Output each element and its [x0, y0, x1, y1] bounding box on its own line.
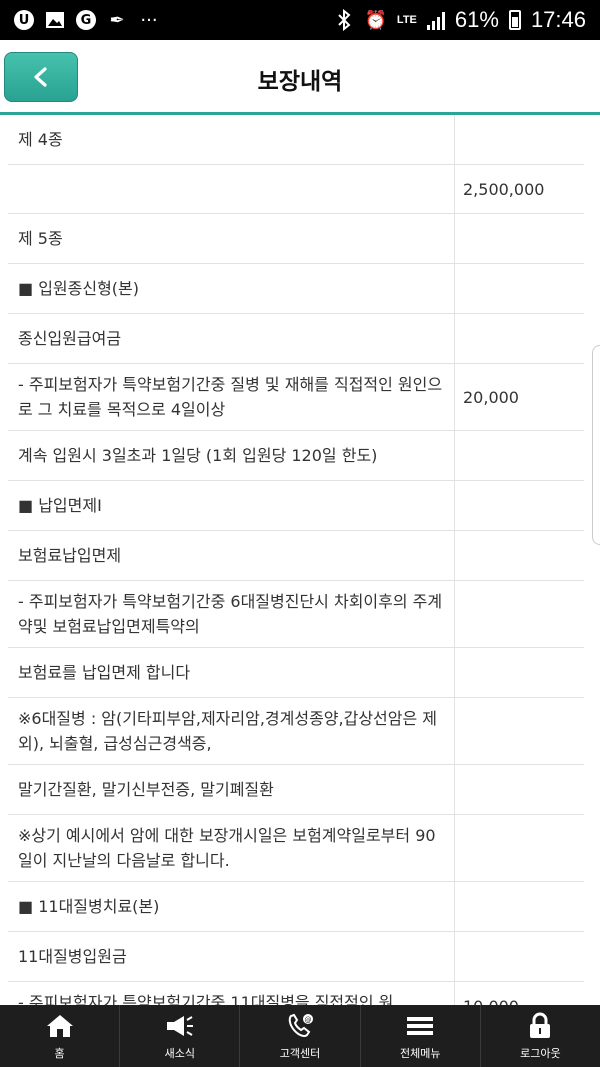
row-value [454, 648, 584, 697]
table-row: 2,500,000 [8, 165, 584, 214]
row-label: 11대질병입원금 [18, 947, 127, 966]
table-row: - 주피보험자가 특약보험기간중 6대질병진단시 차회이후의 주계약및 보험료납… [8, 581, 584, 648]
nav-label: 로그아웃 [520, 1046, 561, 1060]
table-row: ※상기 예시에서 암에 대한 보장개시일은 보험계약일로부터 90일이 지난날의… [8, 815, 584, 882]
pen-icon: ✒ [109, 9, 125, 31]
battery-icon [508, 10, 521, 30]
page-title: 보장내역 [257, 69, 343, 95]
nav-label: 새소식 [164, 1046, 195, 1060]
nav-logout[interactable]: 로그아웃 [481, 1005, 600, 1067]
status-right-icons: ⏰ LTE 61% 17:46 [333, 7, 586, 33]
table-row: 보험료납입면제 [8, 531, 584, 581]
row-value: 20,000 [454, 364, 584, 430]
row-label: 계속 입원시 3일초과 1일당 (1회 입원당 120일 한도) [18, 446, 378, 465]
row-value [454, 581, 584, 647]
row-value [454, 314, 584, 363]
row-value [454, 815, 584, 881]
table-row: 말기간질환, 말기신부전증, 말기폐질환 [8, 765, 584, 815]
row-label: - 주피보험자가 특약보험기간중 11대질병을 직접적인 원 [18, 993, 394, 1005]
row-label: ※상기 예시에서 암에 대한 보장개시일은 보험계약일로부터 90일이 지난날의… [18, 826, 436, 870]
more-icon: ··· [140, 9, 158, 31]
row-label: ※6대질병 : 암(기타피부암,제자리암,경계성종양,갑상선암은 제외), 뇌출… [18, 709, 438, 753]
row-value: 2,500,000 [454, 165, 584, 213]
coverage-content[interactable]: 제 4종 2,500,000 제 5종 ■ 입원종신형(본) 종신입원급여금 -… [0, 115, 600, 1005]
table-row: - 주피보험자가 특약보험기간중 질병 및 재해를 직접적인 원인으로 그 치료… [8, 364, 584, 431]
menu-icon [404, 1012, 436, 1040]
nav-news[interactable]: 새소식 [120, 1005, 241, 1067]
svg-text:@: @ [305, 1016, 312, 1024]
nav-customer-center[interactable]: @ 고객센터 [240, 1005, 361, 1067]
row-label: ■ 11대질병치료(본) [18, 897, 160, 916]
row-value [454, 431, 584, 480]
nav-all-menu[interactable]: 전체메뉴 [361, 1005, 481, 1067]
alarm-icon: ⏰ [364, 9, 388, 31]
row-value [454, 264, 584, 313]
table-row: 보험료를 납입면제 합니다 [8, 648, 584, 698]
app-header: 보장내역 [0, 40, 600, 115]
nav-label: 전체메뉴 [399, 1046, 441, 1060]
row-value [454, 932, 584, 981]
table-row: 계속 입원시 3일초과 1일당 (1회 입원당 120일 한도) [8, 431, 584, 481]
nav-home[interactable]: 홈 [0, 1005, 121, 1067]
row-label: ■ 납입면제I [18, 496, 102, 515]
lock-icon [524, 1012, 556, 1040]
row-value [454, 214, 584, 263]
row-label: 제 4종 [18, 130, 63, 149]
row-value [454, 698, 584, 764]
megaphone-icon [164, 1012, 196, 1040]
row-label: 보험료납입면제 [18, 546, 122, 565]
row-label: 제 5종 [18, 229, 63, 248]
home-icon [44, 1012, 76, 1040]
table-row: 종신입원급여금 [8, 314, 584, 364]
status-bar: U G ✒ ··· ⏰ LTE 61% 17:46 [0, 0, 600, 40]
phone-icon: @ [284, 1012, 316, 1040]
row-value: 10,000 [454, 982, 584, 1005]
g-icon: G [76, 10, 96, 30]
row-label: 말기간질환, 말기신부전증, 말기폐질환 [18, 780, 274, 799]
nav-label: 고객센터 [279, 1046, 321, 1060]
signal-icon [426, 10, 445, 30]
row-value [454, 531, 584, 580]
u-plus-icon: U [14, 10, 34, 30]
row-value [454, 765, 584, 814]
table-row: - 주피보험자가 특약보험기간중 11대질병을 직접적인 원 10,000 [8, 982, 584, 1005]
gallery-icon [44, 9, 66, 31]
row-value [454, 882, 584, 931]
table-row: 제 4종 [8, 115, 584, 165]
row-label: - 주피보험자가 특약보험기간중 질병 및 재해를 직접적인 원인으로 그 치료… [18, 375, 443, 419]
table-row: ※6대질병 : 암(기타피부암,제자리암,경계성종양,갑상선암은 제외), 뇌출… [8, 698, 584, 765]
nav-label: 홈 [54, 1046, 65, 1060]
bluetooth-icon [333, 9, 355, 31]
table-row: ■ 납입면제I [8, 481, 584, 531]
scroll-indicator[interactable] [592, 345, 600, 545]
table-row: ■ 입원종신형(본) [8, 264, 584, 314]
bottom-nav: 홈 새소식 @ 고객센터 전체메뉴 로그아웃 [0, 1005, 600, 1067]
table-row: 제 5종 [8, 214, 584, 264]
table-row: ■ 11대질병치료(본) [8, 882, 584, 932]
table-row: 11대질병입원금 [8, 932, 584, 982]
row-label: ■ 입원종신형(본) [18, 279, 140, 298]
row-value [454, 481, 584, 530]
coverage-table: 제 4종 2,500,000 제 5종 ■ 입원종신형(본) 종신입원급여금 -… [8, 115, 584, 1005]
row-label [8, 165, 454, 213]
row-label: 보험료를 납입면제 합니다 [18, 663, 191, 682]
status-left-icons: U G ✒ ··· [14, 9, 160, 31]
row-label: 종신입원급여금 [18, 329, 122, 348]
row-value [454, 115, 584, 164]
clock: 17:46 [530, 7, 586, 32]
network-type: LTE [396, 14, 417, 26]
row-label: - 주피보험자가 특약보험기간중 6대질병진단시 차회이후의 주계약및 보험료납… [18, 592, 443, 636]
battery-percent: 61% [454, 7, 499, 32]
